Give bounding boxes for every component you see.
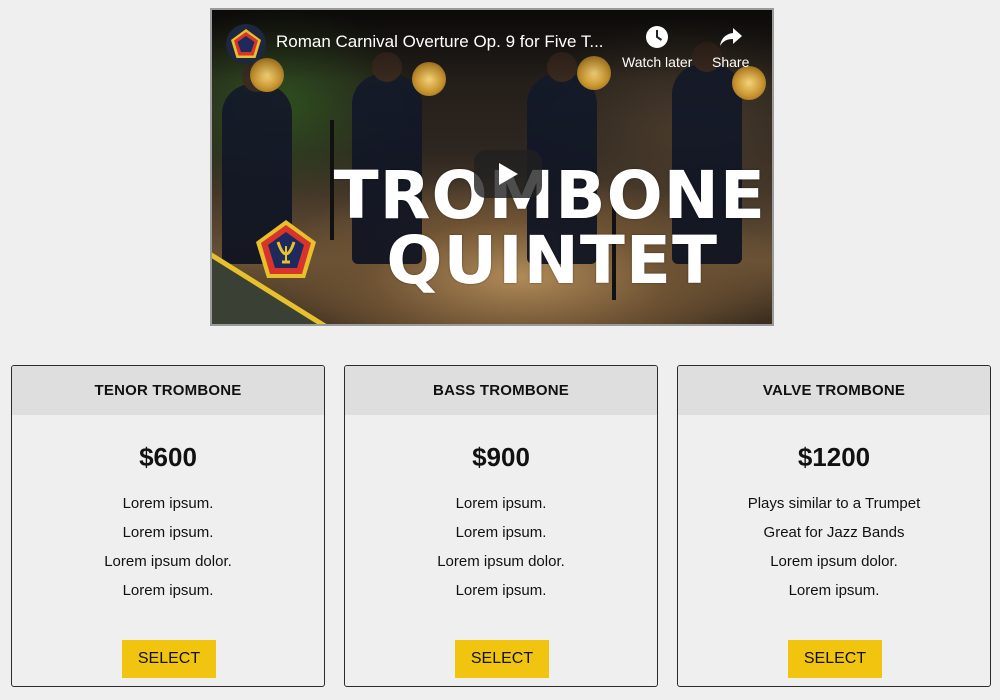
feature-item: Great for Jazz Bands bbox=[763, 524, 905, 541]
card-price: $600 bbox=[139, 442, 197, 472]
card-title: TENOR TROMBONE bbox=[12, 366, 324, 415]
play-button[interactable] bbox=[474, 150, 542, 198]
lyre-badge-icon bbox=[254, 218, 318, 282]
select-valve-button[interactable]: SELECT bbox=[788, 640, 882, 678]
feature-item: Lorem ipsum. bbox=[455, 524, 547, 541]
thumbnail-title-line2: QUINTET bbox=[386, 222, 718, 299]
select-bass-button[interactable]: SELECT bbox=[455, 640, 549, 678]
card-title: BASS TROMBONE bbox=[345, 366, 657, 415]
card-price: $1200 bbox=[797, 442, 871, 472]
channel-avatar-icon[interactable] bbox=[226, 24, 266, 64]
feature-item: Lorem ipsum. bbox=[788, 582, 880, 599]
share-button[interactable]: Share bbox=[712, 24, 749, 70]
select-tenor-button[interactable]: SELECT bbox=[122, 640, 216, 678]
share-label: Share bbox=[712, 54, 750, 70]
watch-later-label: Watch later bbox=[622, 54, 693, 70]
play-icon bbox=[499, 163, 518, 185]
video-title[interactable]: Roman Carnival Overture Op. 9 for Five T… bbox=[276, 32, 616, 52]
pricing-card: BASS TROMBONE $900 Lorem ipsum. Lorem ip… bbox=[344, 365, 658, 687]
feature-item: Lorem ipsum. bbox=[122, 582, 214, 599]
feature-item: Lorem ipsum. bbox=[122, 495, 214, 512]
feature-item: Lorem ipsum. bbox=[122, 524, 214, 541]
feature-item: Lorem ipsum dolor. bbox=[770, 553, 898, 570]
pricing-card: VALVE TROMBONE $1200 Plays similar to a … bbox=[677, 365, 991, 687]
feature-item: Lorem ipsum dolor. bbox=[104, 553, 232, 570]
feature-list: Plays similar to a Trumpet Great for Jaz… bbox=[678, 493, 990, 609]
card-title: VALVE TROMBONE bbox=[678, 366, 990, 415]
card-price: $900 bbox=[472, 442, 530, 472]
feature-item: Plays similar to a Trumpet bbox=[747, 495, 921, 512]
share-arrow-icon bbox=[719, 28, 742, 46]
video-embed[interactable]: TROMBONE QUINTET Roman Carnival Overture… bbox=[210, 8, 774, 326]
feature-item: Lorem ipsum. bbox=[455, 582, 547, 599]
clock-icon bbox=[646, 26, 669, 48]
pricing-card: TENOR TROMBONE $600 Lorem ipsum. Lorem i… bbox=[11, 365, 325, 687]
thumbnail-title-line1: TROMBONE bbox=[333, 157, 766, 234]
feature-item: Lorem ipsum dolor. bbox=[437, 553, 565, 570]
watch-later-button[interactable]: Watch later bbox=[622, 24, 692, 70]
feature-item: Lorem ipsum. bbox=[455, 495, 547, 512]
feature-list: Lorem ipsum. Lorem ipsum. Lorem ipsum do… bbox=[345, 493, 657, 609]
feature-list: Lorem ipsum. Lorem ipsum. Lorem ipsum do… bbox=[12, 493, 324, 609]
